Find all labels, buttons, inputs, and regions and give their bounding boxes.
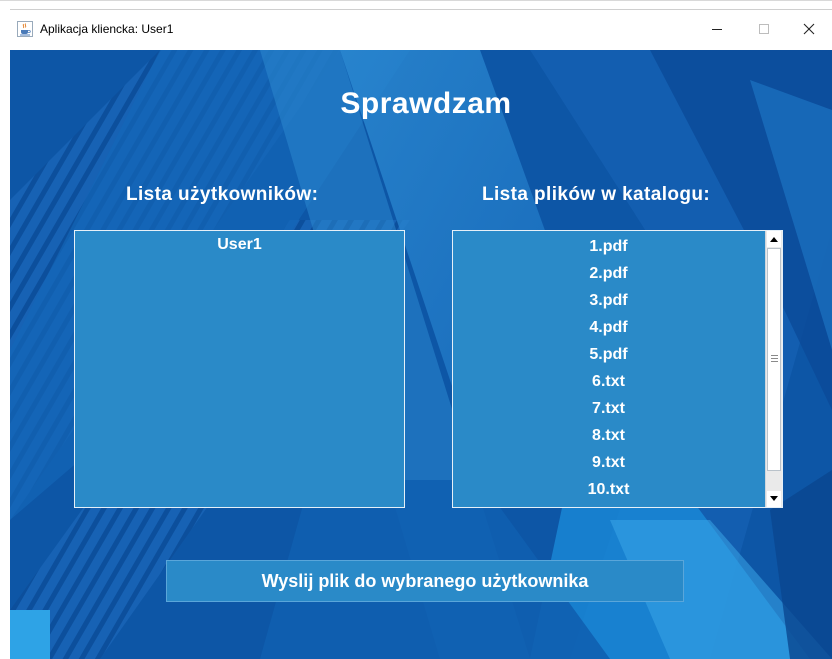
list-item[interactable]: 10.txt bbox=[453, 476, 764, 503]
window-top-edge bbox=[0, 0, 832, 1]
list-item[interactable]: 1.pdf bbox=[453, 233, 764, 260]
send-file-button[interactable]: Wyslij plik do wybranego użytkownika bbox=[166, 560, 684, 602]
files-list-label: Lista plików w katalogu: bbox=[482, 184, 711, 205]
list-item[interactable]: 5.pdf bbox=[453, 341, 764, 368]
page-heading: Sprawdzam bbox=[340, 87, 512, 120]
title-bar[interactable]: Aplikacja kliencka: User1 bbox=[10, 9, 832, 50]
grip-line bbox=[771, 361, 778, 362]
java-cup-icon bbox=[17, 21, 33, 37]
scroll-thumb[interactable] bbox=[767, 248, 781, 471]
users-list-items: User1 bbox=[75, 231, 404, 257]
files-scrollbar[interactable] bbox=[765, 231, 782, 507]
list-item[interactable]: 6.txt bbox=[453, 368, 764, 395]
scroll-up-button[interactable] bbox=[767, 231, 781, 247]
list-item[interactable]: User1 bbox=[75, 233, 404, 257]
list-item[interactable]: 4.pdf bbox=[453, 314, 764, 341]
scroll-down-button[interactable] bbox=[767, 491, 781, 507]
list-item[interactable]: 7.txt bbox=[453, 395, 764, 422]
close-icon bbox=[803, 23, 815, 35]
list-item[interactable]: 3.pdf bbox=[453, 287, 764, 314]
minimize-button[interactable] bbox=[694, 10, 740, 48]
maximize-button[interactable] bbox=[741, 10, 787, 48]
window-left-edge bbox=[0, 50, 10, 659]
grip-line bbox=[771, 355, 778, 356]
grip-line bbox=[771, 358, 778, 359]
users-list[interactable]: User1 bbox=[74, 230, 405, 508]
window-title: Aplikacja kliencka: User1 bbox=[40, 22, 174, 36]
files-list-items: 1.pdf 2.pdf 3.pdf 4.pdf 5.pdf 6.txt 7.txt 8.txt… bbox=[453, 231, 764, 503]
maximize-icon bbox=[759, 24, 769, 34]
files-list[interactable]: 1.pdf 2.pdf 3.pdf 4.pdf 5.pdf 6.txt 7.txt 8.txt… bbox=[452, 230, 783, 508]
app-window: Aplikacja kliencka: User1 Sprawdzam List… bbox=[0, 0, 832, 659]
users-list-label: Lista użytkowników: bbox=[126, 184, 319, 205]
list-item[interactable]: 8.txt bbox=[453, 422, 764, 449]
list-item[interactable]: 2.pdf bbox=[453, 260, 764, 287]
close-button[interactable] bbox=[786, 10, 832, 48]
minimize-icon bbox=[712, 29, 722, 30]
caret-up-icon bbox=[770, 237, 778, 242]
list-item[interactable]: 9.txt bbox=[453, 449, 764, 476]
content-panel: Sprawdzam Lista użytkowników: Lista plik… bbox=[10, 50, 832, 659]
caret-down-icon bbox=[770, 496, 778, 501]
